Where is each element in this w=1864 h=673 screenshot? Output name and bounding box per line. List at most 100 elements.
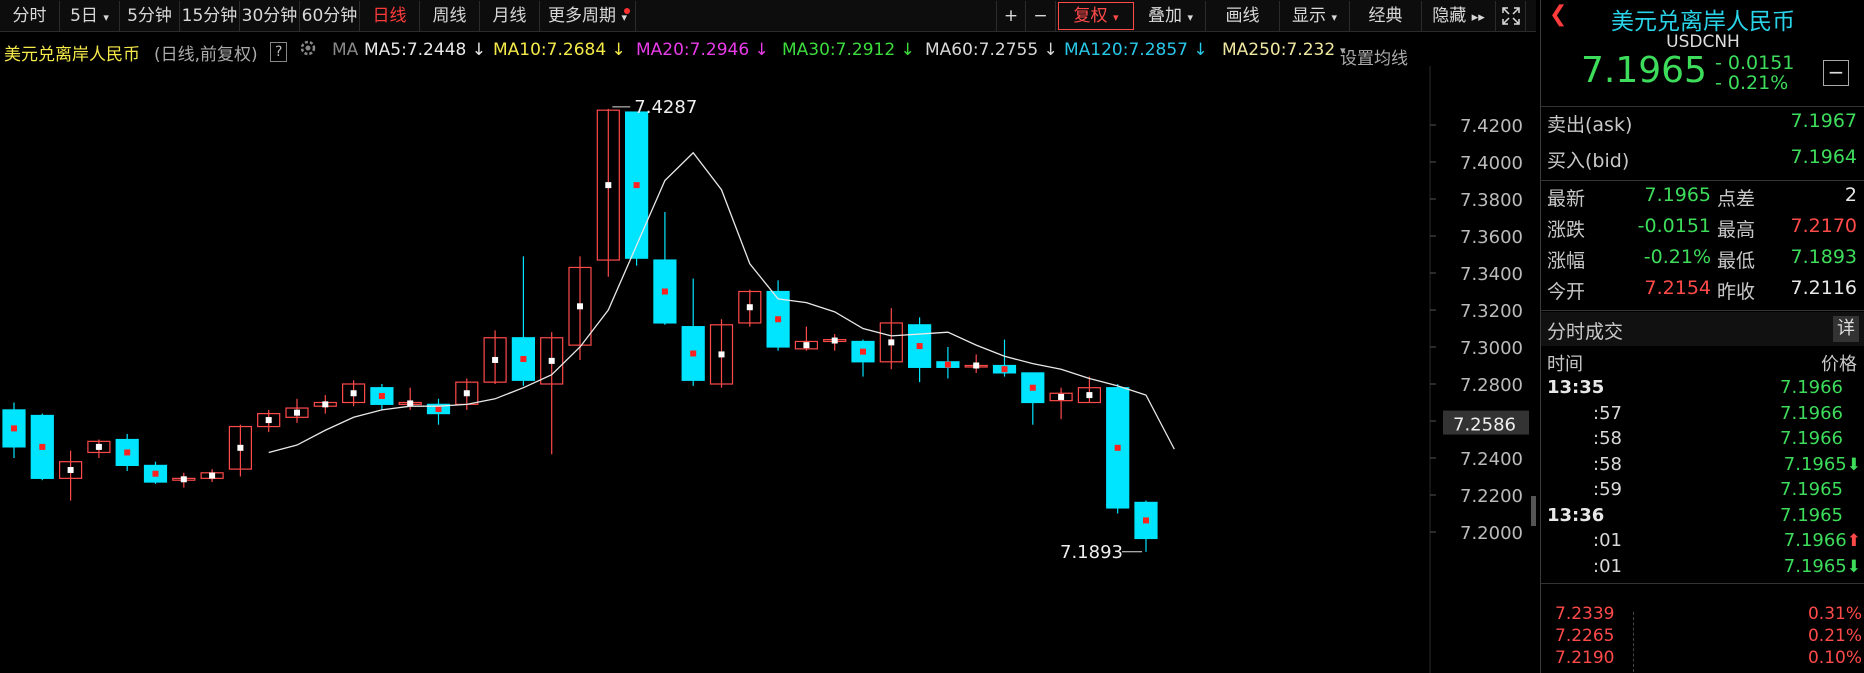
help-button[interactable]: ?: [270, 42, 288, 62]
candle-marker: [1058, 393, 1065, 400]
ask-label: 卖出(ask): [1547, 114, 1633, 136]
candle-marker: [209, 472, 216, 479]
candle-marker: [11, 425, 17, 432]
ma-line-ma5: [268, 151, 1175, 454]
candle-marker: [831, 337, 838, 344]
ma-item-0: MA5:7.2448 ↓: [364, 40, 486, 60]
tab-weekly[interactable]: 周线: [420, 1, 480, 31]
candle-marker: [294, 409, 300, 416]
trade-price: 7.1966: [1780, 402, 1843, 424]
candlestick-chart[interactable]: 7.4200 7.4000 7.3800 7.3600 7.3400 7.3200 7.30…: [0, 66, 1536, 673]
tab-monthly[interactable]: 月线: [480, 1, 540, 31]
ma-label: MA: [332, 40, 359, 60]
chevron-down-icon: ▾: [1340, 44, 1346, 57]
fuquan-dropdown[interactable]: 复权 ▾: [1058, 2, 1134, 30]
candle-marker: [152, 470, 159, 477]
candle-marker: [661, 288, 668, 295]
overlay-dropdown[interactable]: 叠加 ▾: [1136, 1, 1206, 31]
trade-time: :58: [1593, 428, 1622, 449]
instrument-name: 美元兑离岸人民币: [4, 45, 140, 65]
tab-5min[interactable]: 5分钟: [120, 1, 180, 31]
double-chevron-right-icon: ▸▸: [1471, 10, 1485, 25]
up-arrow-icon: ⬆: [1846, 531, 1861, 551]
chevron-down-icon: ▾: [103, 11, 109, 24]
stats-row: 今开 7.2154 昨收 7.2116: [1541, 277, 1864, 307]
candle-marker: [322, 401, 329, 408]
draw-line-button[interactable]: 画线: [1206, 1, 1280, 31]
ask-value: 7.1967: [1790, 110, 1857, 132]
collapse-button[interactable]: −: [1823, 60, 1849, 86]
fullscreen-button[interactable]: [1496, 1, 1526, 31]
candle-marker: [265, 417, 272, 424]
candle-marker: [916, 343, 923, 350]
stats-row: 涨幅 -0.21% 最低 7.1893: [1541, 246, 1864, 276]
candle-marker: [237, 444, 244, 451]
stat-value: 2: [1844, 184, 1857, 206]
mini-chart-grid: [1633, 612, 1809, 672]
back-icon[interactable]: ❮: [1549, 2, 1567, 27]
candle-marker: [378, 393, 385, 400]
candle-marker: [1029, 384, 1036, 391]
trade-row: :01 7.1965⬇: [1541, 556, 1864, 581]
trade-row: 13:36 7.1965: [1541, 505, 1864, 530]
notification-dot: [624, 8, 630, 14]
tab-30min[interactable]: 30分钟: [240, 1, 300, 31]
trades-detail-button[interactable]: 详: [1833, 316, 1859, 342]
candle-marker: [492, 356, 499, 363]
y-tick-label: 7.4000: [1460, 153, 1523, 174]
stat-value: 7.2170: [1790, 215, 1857, 237]
zoom-out-button[interactable]: −: [1026, 1, 1056, 31]
col-price-header: 价格: [1821, 354, 1857, 375]
candle-marker: [463, 390, 470, 397]
y-tick-label: 7.3800: [1460, 190, 1523, 211]
candle-marker: [548, 357, 555, 364]
tab-fenshi[interactable]: 分时: [0, 1, 60, 31]
candle-marker: [124, 449, 131, 456]
ma-item-3: MA30:7.2912 ↓: [782, 40, 915, 60]
zoom-in-button[interactable]: +: [996, 1, 1026, 31]
y-tick-label: 7.2800: [1460, 375, 1523, 396]
high-annotation: 7.4287: [634, 97, 697, 118]
candle-marker: [67, 467, 74, 474]
y-tick-label: 7.3000: [1460, 338, 1523, 359]
candle-marker: [1114, 444, 1121, 451]
trade-time: :58: [1593, 453, 1622, 475]
last-price: 7.1965: [1581, 50, 1707, 91]
candle-marker: [350, 390, 357, 397]
candle-marker: [718, 351, 725, 358]
trade-time: 13:36: [1547, 504, 1605, 526]
mini-chart-price: 7.2190: [1555, 648, 1615, 668]
col-time-header: 时间: [1547, 354, 1583, 375]
candle-marker: [944, 361, 951, 368]
trade-row: :01 7.1966⬆: [1541, 530, 1864, 555]
trade-row: :58 7.1966: [1541, 428, 1864, 453]
tab-daily[interactable]: 日线: [360, 1, 420, 31]
hide-button[interactable]: 隐藏 ▸▸: [1422, 1, 1496, 31]
stat-label: 点差: [1717, 188, 1756, 210]
trades-title: 分时成交: [1547, 321, 1624, 343]
tab-5day-label: 5日: [70, 6, 98, 26]
overlay-label: 叠加: [1148, 6, 1183, 26]
candle-marker: [633, 182, 640, 189]
trade-price: 7.1965⬇: [1783, 453, 1861, 475]
tab-60min[interactable]: 60分钟: [300, 1, 360, 31]
more-periods-dropdown[interactable]: 更多周期 ▾: [540, 1, 636, 31]
down-arrow-icon: ⬇: [1846, 556, 1861, 577]
display-dropdown[interactable]: 显示 ▾: [1280, 1, 1350, 31]
candle-marker: [860, 348, 866, 355]
tab-15min[interactable]: 15分钟: [180, 1, 240, 31]
y-tick-label: 7.3600: [1460, 227, 1523, 248]
y-tick-label: 7.2400: [1460, 449, 1523, 470]
mini-chart-price: 7.2339: [1555, 604, 1615, 624]
hide-label: 隐藏: [1432, 6, 1467, 26]
ma-item-2: MA20:7.2946 ↓: [636, 40, 769, 60]
stat-label: 最高: [1717, 219, 1756, 241]
candle-marker: [973, 362, 980, 369]
trade-price: 7.1965⬇: [1783, 555, 1861, 577]
tab-5day[interactable]: 5日 ▾: [60, 1, 120, 31]
gear-icon[interactable]: [298, 38, 318, 63]
ma-item-1: MA10:7.2684 ↓: [493, 40, 626, 60]
classic-button[interactable]: 经典: [1350, 1, 1422, 31]
down-arrow-icon: ⬇: [1846, 454, 1861, 475]
candle-marker: [605, 182, 612, 189]
